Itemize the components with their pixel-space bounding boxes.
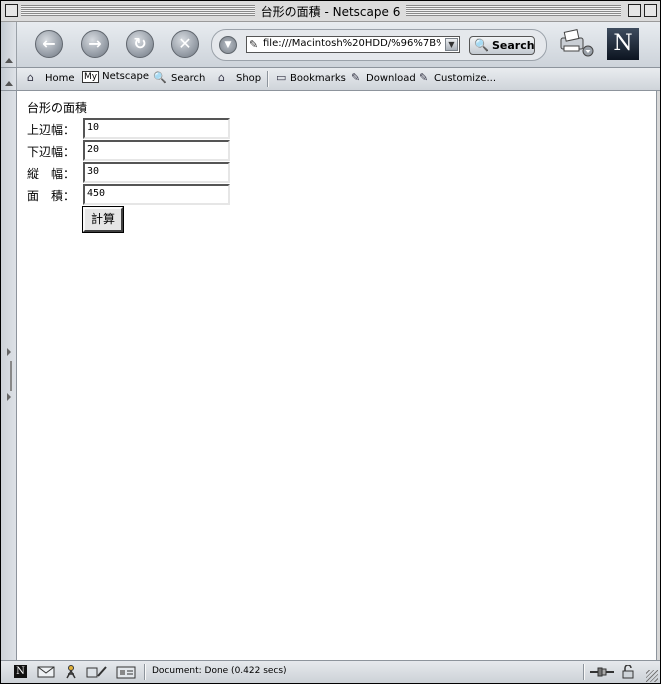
reload-button[interactable]: ↻ [126,30,154,58]
online-status-icon[interactable] [589,665,615,679]
home-button[interactable]: ⌂ Home [27,71,75,87]
top-width-input[interactable]: 10 [83,118,230,139]
url-field[interactable]: ✎ file:///Macintosh%20HDD/%96%7B% ▼ [246,36,460,53]
netscape-n-icon[interactable]: N [14,665,27,678]
search-button-label: Search [492,39,535,52]
download-button[interactable]: ✎ Download [351,71,416,87]
folder-icon: ▭ [276,71,287,84]
status-divider [583,664,585,680]
stop-button[interactable]: ✕ [171,30,199,58]
search-icon: 🔍 [474,38,489,52]
go-menu-icon[interactable]: ▼ [219,36,237,54]
my-netscape-button[interactable]: My Netscape [82,71,149,87]
sidebar-open-arrow-icon[interactable] [7,393,11,401]
security-lock-icon[interactable] [621,665,635,679]
shop-icon: ⌂ [218,71,225,84]
navigation-toolbar: ← → ↻ ✕ ▼ ✎ file:///Macintosh%20HDD/%96%… [1,22,660,68]
url-dropdown-icon[interactable]: ▼ [445,38,458,51]
shop-label: Shop [236,73,262,84]
bookmarks-button[interactable]: ▭ Bookmarks [276,71,346,87]
sidebar-open-arrow-icon[interactable] [7,348,11,356]
home-icon: ⌂ [27,71,34,84]
collapse-triangle-icon [5,58,13,63]
title-bar[interactable]: 台形の面積 - Netscape 6 [1,1,660,22]
page-heading: 台形の面積 [27,101,88,115]
sidebar-grip[interactable] [1,91,16,660]
window-title: 台形の面積 - Netscape 6 [254,5,407,19]
browser-window: 台形の面積 - Netscape 6 ← → ↻ ✕ ▼ ✎ file:///M… [0,0,661,684]
resize-grip-icon[interactable] [646,670,658,682]
search-link-label: Search [171,73,206,84]
customize-label: Customize... [434,73,497,84]
forward-button[interactable]: → [81,30,109,58]
bottom-width-label: 下辺幅： [27,145,76,159]
search-link-button[interactable]: 🔍 Search [153,71,205,87]
bookmark-pen-icon: ✎ [419,71,429,84]
home-label: Home [45,73,75,84]
status-text: Document: Done (0.422 secs) [152,666,287,676]
page-proxy-icon[interactable]: ✎ [249,38,258,51]
page-content: 台形の面積 上辺幅： 10 下辺幅： 20 縦 幅： 30 面 積： 450 計… [16,91,657,660]
bookmarks-label: Bookmarks [290,73,346,84]
top-width-label: 上辺幅： [27,123,76,137]
magnifier-icon: 🔍 [153,71,167,84]
sidebar-grip-bar [10,361,12,391]
toolbar-grip[interactable] [1,22,17,67]
download-label: Download [366,73,416,84]
collapse-box-icon[interactable] [644,4,657,17]
shop-button[interactable]: ⌂ Shop [218,71,261,87]
address-book-icon[interactable] [116,665,136,679]
composer-icon[interactable] [86,665,108,679]
zoom-box-icon[interactable] [628,4,641,17]
height-input[interactable]: 30 [83,162,230,183]
personal-toolbar-grip[interactable] [1,68,17,90]
calculate-button[interactable]: 計算 [82,206,124,233]
area-label: 面 積： [27,189,76,203]
search-button[interactable]: 🔍 Search [469,36,535,55]
netscape-label: Netscape [102,71,149,82]
bottom-width-input[interactable]: 20 [83,140,230,161]
instant-messenger-icon[interactable] [64,665,78,679]
toolbar-divider [267,71,269,87]
mail-icon[interactable] [37,665,55,679]
netscape-logo[interactable]: N [607,28,639,60]
window-title-wrap: 台形の面積 - Netscape 6 [1,3,660,20]
area-input[interactable]: 450 [83,184,230,205]
height-label: 縦 幅： [27,167,76,181]
status-divider [144,664,146,680]
personal-toolbar: ⌂ Home My Netscape 🔍 Search ⌂ Shop ▭ Bookmark… [1,68,660,91]
bookmark-pen-icon: ✎ [351,71,361,84]
back-button[interactable]: ← [35,30,63,58]
customize-button[interactable]: ✎ Customize... [419,71,496,87]
url-text: file:///Macintosh%20HDD/%96%7B% [263,38,441,49]
collapse-triangle-icon [5,81,13,86]
my-netscape-icon: My [82,71,100,83]
status-bar: N Document: Done (0.422 secs) [1,660,660,683]
print-icon[interactable] [558,28,594,58]
